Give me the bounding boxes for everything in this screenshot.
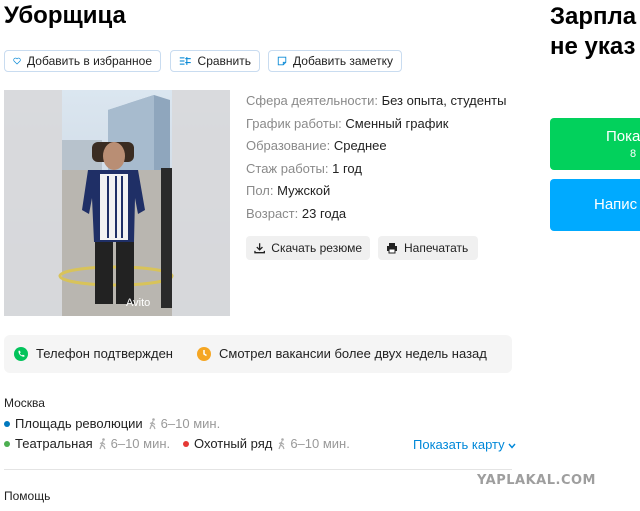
metro-line-dot (4, 440, 10, 447)
detail-value: 23 года (301, 205, 347, 221)
metro-station: Охотный ряд 6–10 мин. (183, 436, 350, 451)
download-resume-button[interactable]: Скачать резюме (246, 236, 370, 260)
detail-gender: Пол: Мужской (246, 180, 506, 203)
last-seen-status: Смотрел вакансии более двух недель назад (197, 346, 487, 361)
add-favorite-label: Добавить в избранное (27, 54, 152, 68)
show-map-link[interactable]: Показать карту (413, 437, 516, 452)
walking-icon (278, 437, 285, 449)
metro-station: Площадь революции 6–10 мин. (4, 416, 220, 431)
clock-icon (197, 346, 211, 361)
help-link[interactable]: Помощь (4, 489, 50, 503)
heart-icon (13, 57, 21, 65)
detail-education: Образование: Среднее (246, 135, 506, 158)
salary-line-2: не указ (550, 33, 636, 60)
detail-value: 1 год (332, 160, 362, 176)
metro-line-dot (183, 440, 189, 447)
metro-station-name: Охотный ряд (194, 436, 273, 451)
metro-line-dot (4, 420, 10, 427)
walk-time: 6–10 мин. (97, 436, 171, 451)
detail-key: Возраст: (246, 205, 299, 221)
detail-key: Образование: (246, 138, 331, 154)
walk-time-text: 6–10 мин. (110, 436, 171, 451)
last-seen-text: Смотрел вакансии более двух недель назад (219, 346, 487, 361)
add-note-label: Добавить заметку (293, 54, 393, 68)
site-watermark: YAPLAKAL.COM (477, 473, 596, 488)
walk-time-text: 6–10 мин. (160, 416, 221, 431)
candidate-details: Сфера деятельности: Без опыта, студенты … (246, 90, 506, 226)
metro-station-name: Театральная (15, 436, 93, 451)
metro-station: Театральная 6–10 мин. (4, 436, 170, 451)
vacancy-title: Уборщица (4, 2, 126, 29)
printer-icon (387, 243, 397, 254)
city-label: Москва (4, 396, 45, 410)
walking-icon (99, 437, 106, 449)
detail-key: Пол: (246, 183, 274, 199)
avito-watermark: Avito (126, 297, 150, 309)
phone-check-icon (14, 346, 28, 361)
print-label: Напечатать (404, 241, 469, 255)
write-message-button[interactable]: Напис (550, 179, 640, 231)
metro-station-name: Площадь революции (15, 416, 143, 431)
salary-line-1: Зарпла (550, 3, 637, 30)
chevron-down-icon (508, 443, 516, 449)
add-note-button[interactable]: Добавить заметку (268, 50, 402, 72)
download-resume-label: Скачать резюме (271, 241, 362, 255)
detail-key: График работы: (246, 115, 342, 131)
show-phone-label: Пока (606, 128, 640, 145)
detail-field: Сфера деятельности: Без опыта, студенты (246, 90, 506, 113)
salary-heading: Зарпла не указ (550, 2, 636, 62)
show-phone-button[interactable]: Пока 8 (550, 118, 640, 170)
detail-schedule: График работы: Сменный график (246, 113, 506, 136)
phone-verified-status: Телефон подтвержден (14, 346, 173, 361)
show-phone-sublabel: 8 (630, 148, 637, 160)
walking-icon (149, 417, 156, 429)
detail-value: Без опыта, студенты (381, 93, 507, 108)
candidate-photo[interactable]: Avito (4, 90, 230, 316)
phone-verified-text: Телефон подтвержден (36, 346, 173, 361)
detail-experience: Стаж работы: 1 год (246, 158, 506, 181)
section-divider (4, 469, 512, 470)
detail-value: Среднее (333, 138, 387, 154)
walk-time: 6–10 мин. (147, 416, 221, 431)
compare-button[interactable]: Сравнить (170, 50, 260, 72)
detail-value: Сменный график (345, 115, 449, 131)
compare-label: Сравнить (197, 54, 251, 68)
candidate-photo-image: Avito (4, 90, 230, 316)
candidate-status-bar: Телефон подтвержден Смотрел вакансии бол… (4, 335, 512, 373)
walk-time-text: 6–10 мин. (290, 436, 350, 451)
add-favorite-button[interactable]: Добавить в избранное (4, 50, 161, 72)
detail-key: Сфера деятельности: (246, 93, 378, 108)
note-icon (277, 56, 287, 66)
show-map-label: Показать карту (413, 437, 505, 452)
write-message-label: Напис (594, 196, 638, 213)
detail-age: Возраст: 23 года (246, 203, 506, 226)
download-icon (254, 243, 265, 254)
print-button[interactable]: Напечатать (378, 236, 478, 260)
walk-time: 6–10 мин. (276, 436, 350, 451)
detail-key: Стаж работы: (246, 160, 329, 176)
detail-value: Мужской (277, 183, 331, 199)
compare-icon (179, 57, 191, 65)
